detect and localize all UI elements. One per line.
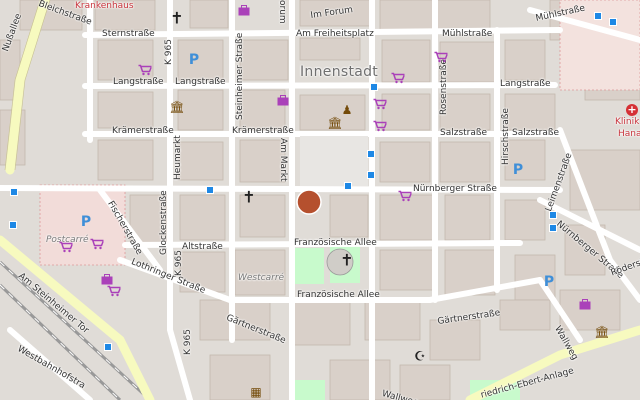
- shopping-bag-icon[interactable]: [101, 274, 114, 285]
- street-label-nuernberger-strasse: Nürnberger Straße: [413, 184, 497, 194]
- parking-icon[interactable]: P: [544, 274, 554, 290]
- street-label-hirschstrasse: Hirschstraße: [501, 108, 511, 165]
- poi-label-westcarre: Westcarré: [238, 273, 285, 283]
- park-area: [294, 248, 324, 284]
- poi-label-krankenhaus: Krankenhaus: [75, 1, 134, 11]
- shopping-cart-icon[interactable]: [107, 285, 121, 297]
- shopping-cart-icon[interactable]: [373, 120, 387, 132]
- museum-icon[interactable]: 🏛: [594, 325, 609, 339]
- street-label-altstrasse: Altstraße: [182, 242, 223, 252]
- parking-icon[interactable]: P: [189, 52, 199, 68]
- cross-icon[interactable]: ✝: [170, 9, 183, 28]
- bus-stop-icon[interactable]: [594, 12, 602, 20]
- street-label-kraemerstrasse: Krämerstraße: [112, 126, 174, 136]
- map-view[interactable]: Innenstadt Krankenhaus Postcarré Westcar…: [0, 0, 640, 400]
- bus-stop-icon[interactable]: [549, 224, 557, 232]
- poi-label-klinik: Klinik: [615, 117, 640, 127]
- location-marker-icon[interactable]: [296, 189, 322, 215]
- street-label-langstrasse: Langstraße: [175, 77, 226, 87]
- bus-stop-icon[interactable]: [370, 83, 378, 91]
- street-label-muehlstrasse: Mühlstraße: [442, 29, 493, 39]
- hospital-icon[interactable]: +: [626, 104, 638, 116]
- cross-icon[interactable]: ✝: [340, 251, 353, 270]
- bus-stop-icon[interactable]: [367, 150, 375, 158]
- street-label-franzoesische-allee: Französische Allee: [294, 238, 377, 248]
- shopping-cart-icon[interactable]: [59, 241, 73, 253]
- bus-stop-icon[interactable]: [344, 182, 352, 190]
- bus-stop-icon[interactable]: [9, 221, 17, 229]
- district-label: Innenstadt: [300, 64, 379, 80]
- shopping-cart-icon[interactable]: [90, 238, 104, 250]
- street-label-langstrasse: Langstraße: [500, 79, 551, 89]
- street-label-glockenstrasse: Glockenstraße: [159, 190, 169, 255]
- plaza: [300, 136, 368, 186]
- street-label-k965: K 965: [174, 250, 184, 276]
- parking-icon[interactable]: P: [81, 214, 91, 230]
- parking-icon[interactable]: P: [513, 162, 523, 178]
- street-label-rosenstrasse: Rosenstraße: [439, 59, 449, 115]
- poi-label-hana: Hana: [618, 129, 640, 139]
- shopping-cart-icon[interactable]: [434, 51, 448, 63]
- map-canvas: [0, 0, 640, 400]
- shopping-bag-icon[interactable]: [277, 95, 290, 106]
- street-label-franzoesische-allee: Französische Allee: [297, 290, 380, 300]
- street-label-sternstrasse: Sternstraße: [102, 29, 155, 39]
- park-area: [290, 380, 325, 400]
- street-label-salzstrasse: Salzstraße: [512, 128, 560, 138]
- shopping-cart-icon[interactable]: [398, 190, 412, 202]
- bus-stop-icon[interactable]: [10, 188, 18, 196]
- shopping-bag-icon[interactable]: [238, 5, 251, 16]
- bus-stop-icon[interactable]: [367, 171, 375, 179]
- bus-stop-icon[interactable]: [549, 211, 557, 219]
- street-label-langstrasse: Langstraße: [113, 77, 164, 87]
- museum-icon[interactable]: 🏛: [169, 100, 184, 114]
- bus-stop-icon[interactable]: [206, 186, 214, 194]
- street-label-heumarkt: Heumarkt: [173, 135, 183, 180]
- person-icon[interactable]: ♟: [342, 103, 353, 117]
- shopping-bag-icon[interactable]: [579, 299, 592, 310]
- bus-stop-icon[interactable]: [609, 18, 617, 26]
- street-label-k965: K 965: [164, 39, 174, 65]
- street-label-kraemerstrasse: Krämerstraße: [232, 126, 294, 136]
- street-label-am-markt: Am Markt: [278, 138, 288, 182]
- cinema-icon[interactable]: ▦: [250, 385, 261, 399]
- bus-stop-icon[interactable]: [104, 343, 112, 351]
- street-label-salzstrasse: Salzstraße: [440, 128, 488, 138]
- shopping-cart-icon[interactable]: [391, 72, 405, 84]
- street-label-am-freiheitsplatz: Am Freiheitsplatz: [296, 29, 374, 39]
- mosque-icon[interactable]: ☪: [414, 350, 426, 365]
- cross-icon[interactable]: ✝: [242, 188, 255, 207]
- street-label-k965: K 965: [183, 329, 193, 355]
- shopping-cart-icon[interactable]: [373, 98, 387, 110]
- street-label-steinheimer-strasse: Steinheimer Straße: [235, 32, 245, 120]
- street-label-forum: orum: [277, 0, 287, 24]
- shopping-cart-icon[interactable]: [138, 64, 152, 76]
- library-icon[interactable]: 🏛: [327, 116, 342, 130]
